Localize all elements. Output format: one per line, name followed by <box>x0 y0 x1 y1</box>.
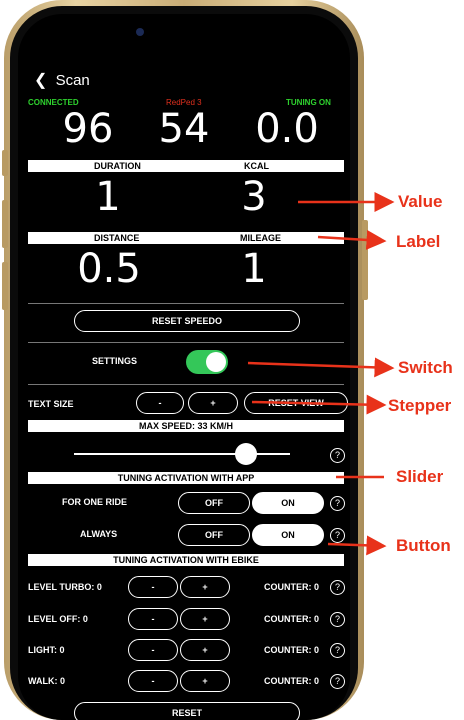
phone-side-button <box>2 150 8 176</box>
light-counter: COUNTER: 0 <box>264 645 320 655</box>
back-label: Scan <box>55 72 90 89</box>
always-off-button[interactable]: OFF <box>178 524 250 546</box>
tuning-ebike-header: TUNING ACTIVATION WITH EBIKE <box>28 554 344 566</box>
always-label: ALWAYS <box>80 529 118 539</box>
reset-speedo-button[interactable]: RESET SPEEDO <box>74 310 300 332</box>
switch-knob <box>206 352 226 372</box>
one-ride-label: FOR ONE RIDE <box>62 497 128 507</box>
max-speed-slider[interactable] <box>74 442 290 466</box>
annotation-switch: Switch <box>398 358 453 377</box>
reset-view-button[interactable]: RESET VIEW <box>244 392 348 414</box>
distance-mileage-header: DISTANCE MILEAGE <box>28 232 344 244</box>
settings-label: SETTINGS <box>92 356 138 366</box>
chevron-left-icon: ❮ <box>34 72 48 89</box>
annotation-stepper: Stepper <box>388 396 452 415</box>
slider-knob[interactable] <box>235 443 258 465</box>
divider <box>28 303 344 304</box>
camera-dot <box>136 28 144 36</box>
phone-volume-up <box>2 200 8 248</box>
annotation-button: Button <box>396 536 451 555</box>
reset-button[interactable]: RESET <box>74 702 300 720</box>
one-ride-off-button[interactable]: OFF <box>178 492 250 514</box>
light-help-icon[interactable]: ? <box>330 643 345 658</box>
tuning-ebike-title: TUNING ACTIVATION WITH EBIKE <box>113 555 259 565</box>
duration-label: DURATION <box>94 161 141 171</box>
level-turbo-counter: COUNTER: 0 <box>264 582 320 592</box>
light-plus-button[interactable]: + <box>180 639 230 661</box>
always-on-button[interactable]: ON <box>252 524 324 546</box>
light-minus-button[interactable]: - <box>128 639 178 661</box>
walk-minus-button[interactable]: - <box>128 670 178 692</box>
kcal-value: 3 <box>241 174 267 220</box>
phone-volume-down <box>2 262 8 310</box>
annotation-value: Value <box>398 192 443 211</box>
level-turbo-plus-button[interactable]: + <box>180 576 230 598</box>
text-size-plus-button[interactable]: + <box>188 392 238 414</box>
text-size-label: TEXT SIZE <box>28 399 74 409</box>
walk-counter: COUNTER: 0 <box>264 676 320 686</box>
divider <box>28 384 344 385</box>
duration-kcal-header: DURATION KCAL <box>28 160 344 172</box>
level-turbo-label: LEVEL TURBO: 0 <box>28 582 102 592</box>
metric-value-2: 54 <box>158 106 210 152</box>
kcal-label: KCAL <box>244 161 269 171</box>
walk-label: WALK: 0 <box>28 676 65 686</box>
one-ride-on-button[interactable]: ON <box>252 492 324 514</box>
annotation-slider: Slider <box>396 467 444 486</box>
level-off-help-icon[interactable]: ? <box>330 612 345 627</box>
back-button[interactable]: ❮ Scan <box>34 70 90 90</box>
level-off-minus-button[interactable]: - <box>128 608 178 630</box>
walk-help-icon[interactable]: ? <box>330 674 345 689</box>
max-speed-help-icon[interactable]: ? <box>330 448 345 463</box>
phone-power-button <box>362 220 368 300</box>
light-label: LIGHT: 0 <box>28 645 65 655</box>
text-size-minus-button[interactable]: - <box>136 392 184 414</box>
tuning-app-header: TUNING ACTIVATION WITH APP <box>28 472 344 484</box>
metric-value-3: 0.0 <box>255 106 319 152</box>
slider-track <box>74 453 290 455</box>
phone-screen: ❮ Scan CONNECTED RedPed 3 TUNING ON 96 5… <box>18 14 350 720</box>
always-help-icon[interactable]: ? <box>330 528 345 543</box>
max-speed-label: MAX SPEED: 33 KM/H <box>138 421 234 431</box>
level-off-plus-button[interactable]: + <box>180 608 230 630</box>
level-off-counter: COUNTER: 0 <box>264 614 320 624</box>
distance-label: DISTANCE <box>94 233 140 243</box>
max-speed-header: MAX SPEED: 33 KM/H <box>28 420 344 432</box>
divider <box>28 342 344 343</box>
settings-switch[interactable] <box>186 350 228 374</box>
annotation-label: Label <box>396 232 441 251</box>
duration-value: 1 <box>95 174 121 220</box>
metric-value-1: 96 <box>62 106 114 152</box>
tuning-app-title: TUNING ACTIVATION WITH APP <box>117 473 255 483</box>
walk-plus-button[interactable]: + <box>180 670 230 692</box>
level-turbo-minus-button[interactable]: - <box>128 576 178 598</box>
level-off-label: LEVEL OFF: 0 <box>28 614 88 624</box>
one-ride-help-icon[interactable]: ? <box>330 496 345 511</box>
mileage-value: 1 <box>241 246 267 292</box>
mileage-label: MILEAGE <box>240 233 282 243</box>
distance-value: 0.5 <box>77 246 141 292</box>
level-turbo-help-icon[interactable]: ? <box>330 580 345 595</box>
